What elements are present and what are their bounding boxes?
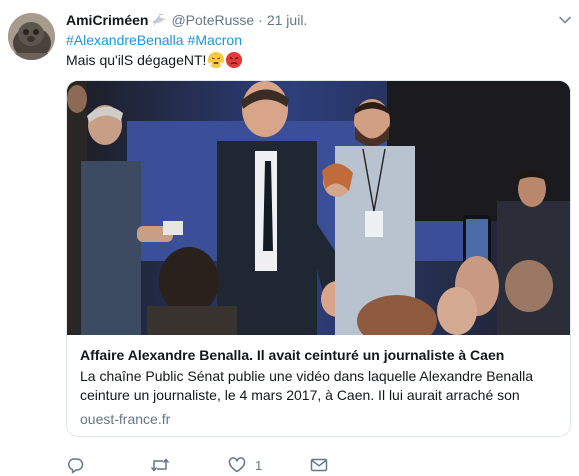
chevron-down-icon[interactable] — [557, 12, 573, 28]
hashtag-line: #AlexandreBenalla #Macron — [66, 30, 571, 50]
like-button[interactable]: 1 — [228, 456, 262, 474]
tweet-header: AmiCriméen @PoteRusse · 21 juil. — [66, 10, 571, 30]
direct-message-icon — [310, 457, 328, 473]
card-description: La chaîne Public Sénat publie une vidéo … — [80, 368, 534, 403]
direct-message-button[interactable] — [310, 457, 328, 473]
hashtag-alexandrebenalla[interactable]: #AlexandreBenalla — [66, 32, 184, 48]
dove-icon — [151, 13, 167, 27]
card-text: Affaire Alexandre Benalla. Il avait cein… — [80, 346, 562, 428]
avatar[interactable] — [8, 13, 55, 60]
retweet-button[interactable] — [150, 456, 170, 474]
like-count: 1 — [255, 457, 263, 473]
tweet-text: #AlexandreBenalla #Macron Mais qu'ilS dég… — [66, 30, 571, 70]
tweet: AmiCriméen @PoteRusse · 21 juil. #Alexan… — [0, 0, 579, 474]
retweet-icon — [150, 456, 170, 474]
face-with-steam-emoji — [208, 52, 225, 68]
reply-icon — [66, 456, 84, 474]
hashtag-macron[interactable]: #Macron — [188, 32, 242, 48]
tweet-body: AmiCriméen @PoteRusse · 21 juil. #Alexan… — [66, 10, 571, 474]
pouting-face-emoji — [226, 52, 243, 68]
card-photo — [67, 81, 570, 335]
card-domain: ouest-france.fr — [80, 411, 171, 427]
card-title[interactable]: Affaire Alexandre Benalla. Il avait cein… — [80, 346, 562, 364]
message-line: Mais qu'ilS dégageNT! — [66, 50, 571, 70]
separator-dot: · — [258, 12, 263, 28]
display-name[interactable]: AmiCriméen — [66, 12, 148, 28]
link-card[interactable]: Affaire Alexandre Benalla. Il avait cein… — [66, 80, 571, 437]
reply-button[interactable] — [66, 456, 84, 474]
like-icon — [228, 456, 246, 474]
user-handle[interactable]: @PoteRusse — [171, 12, 254, 28]
message-text: Mais qu'ilS dégageNT! — [66, 52, 207, 68]
timestamp[interactable]: 21 juil. — [267, 12, 307, 28]
